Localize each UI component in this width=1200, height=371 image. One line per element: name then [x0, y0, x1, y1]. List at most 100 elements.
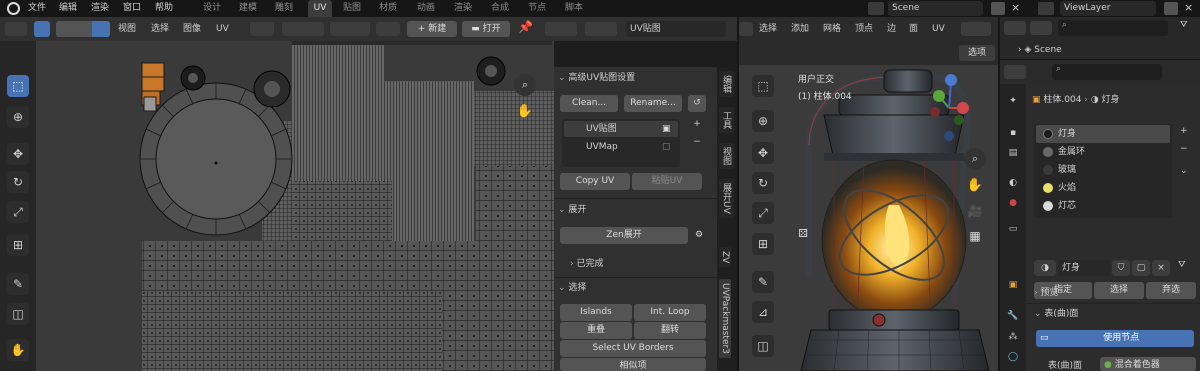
copy-uv-button[interactable]: Copy UV	[560, 173, 630, 190]
zoom-icon[interactable]: ⌕	[514, 74, 536, 96]
measure-tool[interactable]: ⊿	[752, 301, 774, 323]
outliner-search[interactable]: ⌕	[1058, 20, 1168, 36]
view-layer-field[interactable]: ViewLayer	[1060, 1, 1156, 16]
physics-props-icon[interactable]: ◯	[1005, 352, 1021, 366]
menu-file[interactable]: 文件	[28, 0, 46, 17]
rotate-tool[interactable]: ↻	[7, 171, 29, 193]
annotate-tool[interactable]: ✎	[7, 273, 29, 295]
menu-render[interactable]: 渲染	[91, 0, 109, 17]
select-header[interactable]: ⌄ 选择	[558, 279, 713, 297]
menu-select[interactable]: 选择	[759, 21, 777, 38]
menu-view[interactable]: 视图	[118, 21, 136, 38]
material-filter-icon[interactable]: ⛛	[1178, 260, 1186, 270]
scene-icon[interactable]	[868, 2, 884, 15]
options-dropdown[interactable]: 选项	[959, 45, 995, 61]
uv-list-item-uv-tietu[interactable]: UV贴图 ▣	[564, 121, 678, 137]
camera-view-icon[interactable]: 🎥	[964, 200, 986, 222]
pivot-icon[interactable]	[250, 22, 274, 36]
outliner-type-icon[interactable]	[1004, 21, 1026, 35]
material-slot-item[interactable]: 玻璃	[1036, 161, 1170, 179]
rotate-tool[interactable]: ↻	[752, 172, 774, 194]
material-slot-item[interactable]: 灯芯	[1036, 197, 1170, 215]
unlink-material-icon[interactable]: ×	[1152, 260, 1170, 276]
cursor-tool[interactable]: ⊕	[752, 110, 774, 132]
sticky-select-icon[interactable]	[376, 22, 400, 36]
remove-material-slot-icon[interactable]: −	[1180, 144, 1188, 154]
menu-uv[interactable]: UV	[216, 21, 229, 38]
proportional-icon[interactable]	[330, 22, 370, 36]
dice-icon[interactable]: ⚄	[796, 227, 810, 241]
overlay-toggle-icon[interactable]	[585, 22, 617, 36]
similar-button[interactable]: 相似项	[560, 358, 706, 371]
add-uv-icon[interactable]: +	[688, 119, 706, 135]
clean-button[interactable]: Clean...	[560, 95, 618, 112]
modifier-props-icon[interactable]: 🔧	[1005, 311, 1021, 325]
tab-texture-paint[interactable]: 贴图	[340, 0, 364, 17]
tab-edit[interactable]: 编辑	[719, 71, 734, 97]
remove-uv-icon[interactable]: −	[688, 137, 706, 153]
viewport-mode-icon[interactable]	[739, 22, 753, 36]
gizmo-toggle-icon[interactable]	[545, 22, 577, 36]
uv-sync-icon[interactable]	[34, 21, 50, 37]
box-tool[interactable]: ◫	[7, 303, 29, 325]
material-name-field[interactable]: 灯身	[1058, 260, 1110, 276]
menu-mesh[interactable]: 网格	[823, 21, 841, 38]
viewport-extra-icon[interactable]	[961, 22, 991, 36]
object-props-icon[interactable]: ▣	[1005, 280, 1021, 294]
tab-layout[interactable]: 设计	[200, 0, 224, 17]
select-uv-borders-button[interactable]: Select UV Borders	[560, 340, 706, 357]
zen-settings-icon[interactable]: ⚙	[690, 227, 708, 244]
finished-subpanel[interactable]: › 已完成	[570, 255, 700, 273]
close-view-layer-icon[interactable]: ×	[1184, 1, 1193, 14]
properties-type-icon[interactable]	[1004, 65, 1026, 79]
uv-list-item-uvmap[interactable]: UVMap ▢	[564, 139, 678, 155]
move-tool[interactable]: ✥	[7, 143, 29, 165]
zen-unwrap-button[interactable]: Zen展开	[560, 227, 688, 244]
scale-tool[interactable]: ⤢	[752, 202, 774, 224]
outliner-filter-icon[interactable]	[1030, 21, 1052, 35]
advanced-uv-header[interactable]: ⌄ 高级UV贴图设置	[558, 69, 713, 87]
cursor-tool[interactable]: ⊕	[7, 106, 29, 128]
tab-animation[interactable]: 动画	[414, 0, 438, 17]
transform-tool[interactable]: ⊞	[7, 234, 29, 256]
copy-view-layer-icon[interactable]	[1164, 2, 1178, 15]
menu-edit[interactable]: 编辑	[59, 0, 77, 17]
surface-shader-field[interactable]: ● 混合着色器	[1100, 357, 1196, 371]
outliner-options-icon[interactable]: ⛛	[1180, 20, 1188, 30]
face-select-icon[interactable]	[92, 21, 110, 37]
menu-vertex[interactable]: 顶点	[855, 21, 873, 38]
material-slot-item[interactable]: 火焰	[1036, 179, 1170, 197]
pin-icon[interactable]: 📌	[518, 20, 533, 34]
use-nodes-button[interactable]: ▭ 使用节点	[1036, 330, 1194, 347]
tab-zv[interactable]: ZV	[719, 247, 731, 268]
select-tool[interactable]: ⬚	[752, 75, 774, 97]
collection-props-icon[interactable]: ▭	[1005, 224, 1021, 238]
tab-tool[interactable]: 工具	[719, 107, 734, 133]
duplicate-material-icon[interactable]: ▢	[1132, 260, 1150, 276]
rename-button[interactable]: Rename...	[624, 95, 682, 112]
grid-view-icon[interactable]: ▦	[964, 225, 986, 247]
refresh-icon[interactable]: ↺	[688, 95, 706, 112]
paste-uv-button[interactable]: 粘贴UV	[632, 173, 702, 190]
new-image-button[interactable]: + 新建	[407, 21, 457, 37]
flipped-button[interactable]: 翻转	[634, 322, 706, 339]
menu-window[interactable]: 窗口	[123, 0, 141, 17]
pan-hand-icon[interactable]: ✋	[964, 175, 986, 197]
world-props-icon[interactable]: ●	[1005, 198, 1021, 212]
tab-view[interactable]: 视图	[719, 143, 734, 169]
menu-edge[interactable]: 边	[887, 21, 896, 38]
close-scene-icon[interactable]: ×	[1011, 1, 1020, 14]
scene-name-field[interactable]: Scene	[888, 1, 983, 16]
menu-uv[interactable]: UV	[932, 21, 945, 38]
editor-type-icon[interactable]	[5, 22, 27, 36]
camera-icon[interactable]: ▢	[662, 139, 671, 155]
menu-help[interactable]: 帮助	[155, 0, 173, 17]
annotate-tool[interactable]: ✎	[752, 271, 774, 293]
tab-nodes[interactable]: 节点	[525, 0, 549, 17]
add-cube-tool[interactable]: ◫	[752, 335, 774, 357]
material-browse-icon[interactable]: ◑	[1034, 260, 1056, 276]
tab-rendering[interactable]: 渲染	[451, 0, 475, 17]
blender-logo-icon[interactable]	[7, 2, 20, 15]
material-slot-item[interactable]: 金属环	[1036, 143, 1170, 161]
material-slot-item[interactable]: 灯身	[1036, 125, 1170, 143]
